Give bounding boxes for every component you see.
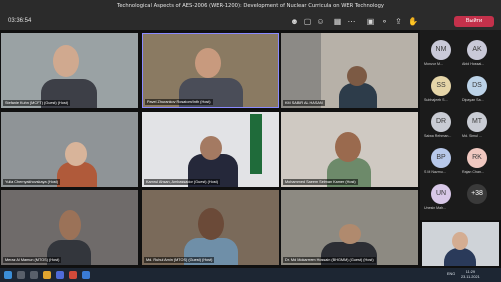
participant-face (452, 232, 468, 250)
avatar[interactable]: SS (431, 76, 451, 96)
video-tile[interactable]: Stefanie Kuhn (MCFT) (Guest) (Host) (1, 33, 138, 108)
participant-name: Pavel Zhurankov Rosatom/Inth (Host) (145, 99, 213, 105)
participant-roster: NM Monzur M... AK Abid Hossai... SS Subh… (420, 30, 501, 220)
more-icon[interactable]: ⋯ (347, 17, 356, 26)
camera-icon[interactable]: ▣ (366, 17, 375, 26)
participant-name: Stefanie Kuhn (MCFT) (Guest) (Host) (3, 100, 71, 106)
avatar[interactable]: DS (467, 76, 487, 96)
participant-silhouette (339, 83, 377, 108)
chat-icon[interactable]: ▢ (303, 17, 312, 26)
taskbar-date: 23.11.2021 (461, 275, 480, 279)
participant-face (53, 45, 79, 77)
participant-face (335, 132, 361, 162)
word-icon[interactable] (82, 271, 90, 279)
meeting-timer: 03:36:54 (8, 18, 32, 24)
avatar[interactable]: MT (467, 112, 487, 132)
people-icon[interactable]: ☻ (290, 17, 299, 26)
participant-face (65, 142, 87, 166)
avatar[interactable]: NM (431, 40, 451, 60)
participant-name: Meraz Al Mamun (MTOS) (Host) (3, 257, 62, 263)
roster-name: Md. Simul ... (462, 134, 482, 138)
taskbar-clock[interactable]: 11:29 23.11.2021 (461, 270, 480, 280)
file-explorer-icon[interactable] (43, 271, 51, 279)
mic-icon[interactable]: ⚬ (380, 17, 389, 26)
roster-name: Saiwa Rehman... (424, 134, 452, 138)
chrome-icon[interactable] (69, 271, 77, 279)
participant-face (59, 210, 81, 240)
avatar[interactable]: DR (431, 112, 451, 132)
video-tile[interactable]: Yulia Chernyakhovskaya (Host) (1, 112, 138, 187)
roster-name: Subhajeeb S... (424, 98, 448, 102)
raise-hand-icon[interactable]: ✋ (408, 17, 418, 26)
participant-face (347, 66, 367, 86)
participant-face (200, 136, 222, 160)
participant-face (195, 48, 221, 78)
language-indicator[interactable]: ENG (447, 272, 455, 276)
self-view[interactable] (422, 222, 499, 266)
background-wall (281, 33, 321, 108)
reactions-icon[interactable]: ☺ (316, 17, 325, 26)
roster-name: Monzur M... (424, 62, 443, 66)
avatar[interactable]: AK (467, 40, 487, 60)
video-tile[interactable]: Md. Ruhul Amin (MTOS) (Guest) (Host) (142, 190, 279, 265)
avatar[interactable]: BP (431, 148, 451, 168)
participant-name: Md. Ruhul Amin (MTOS) (Guest) (Host) (144, 257, 215, 263)
os-taskbar: ENG 11:29 23.11.2021 (0, 268, 501, 282)
avatar[interactable]: RK (467, 148, 487, 168)
participant-face (339, 224, 361, 244)
participant-name: KM SABIR AL HASAN (283, 100, 325, 106)
roster-name: Unesin Mah... (424, 206, 447, 210)
participant-silhouette (444, 248, 476, 266)
more-participants-button[interactable]: +38 (467, 184, 487, 204)
roster-name: S M Nazmu... (424, 170, 446, 174)
view-icon[interactable]: ▦ (333, 17, 342, 26)
video-tile[interactable]: Mohammed Saeem Selman Kamer (Host) (281, 112, 418, 187)
meeting-header: Technological Aspects of AES-2006 (WER-1… (0, 0, 501, 30)
task-view-icon[interactable] (30, 271, 38, 279)
windows-start-icon[interactable] (4, 271, 12, 279)
roster-name: Rajan Chan... (462, 170, 484, 174)
meeting-title: Technological Aspects of AES-2006 (WER-1… (117, 3, 384, 9)
video-tile-active-speaker[interactable]: Pavel Zhurankov Rosatom/Inth (Host) (142, 33, 279, 108)
participant-name: Mohammed Saeem Selman Kamer (Host) (283, 179, 358, 185)
video-tile[interactable]: Meraz Al Mamun (MTOS) (Host) (1, 190, 138, 265)
roster-name: Dipayan Sa... (462, 98, 484, 102)
video-tile[interactable]: KM SABIR AL HASAN (281, 33, 418, 108)
participant-face (198, 208, 224, 240)
participant-name: Dr. Md Mokarrrem Hossain (BHGMM) (Guest)… (283, 257, 376, 263)
video-tile[interactable]: Dr. Md Mokarrrem Hossain (BHGMM) (Guest)… (281, 190, 418, 265)
participant-name: Kamrul Ahsan, Ambassador (Guest) (Host) (144, 179, 220, 185)
teams-icon[interactable] (56, 271, 64, 279)
share-icon[interactable]: ⇪ (394, 17, 403, 26)
video-tile[interactable]: Kamrul Ahsan, Ambassador (Guest) (Host) (142, 112, 279, 187)
leave-button[interactable]: Выйти (454, 16, 494, 27)
flag (250, 114, 262, 174)
roster-name: Abid Hossai... (462, 62, 485, 66)
avatar[interactable]: UN (431, 184, 451, 204)
participant-name: Yulia Chernyakhovskaya (Host) (3, 179, 60, 185)
search-icon[interactable] (17, 271, 25, 279)
